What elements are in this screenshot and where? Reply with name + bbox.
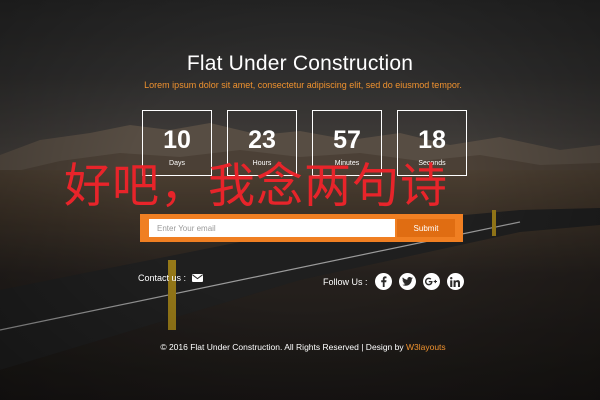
- countdown-value: 10: [163, 126, 191, 154]
- countdown-value: 57: [333, 126, 361, 154]
- countdown-value: 23: [248, 126, 276, 154]
- page: Flat Under Construction Lorem ipsum dolo…: [0, 0, 600, 400]
- follow-label: Follow Us :: [323, 276, 368, 287]
- google-plus-icon[interactable]: [422, 273, 440, 290]
- linkedin-icon[interactable]: [446, 273, 464, 290]
- social-icons: [374, 273, 464, 290]
- footer: © 2016 Flat Under Construction. All Righ…: [0, 342, 600, 352]
- countdown-value: 18: [418, 126, 446, 154]
- copyright-text: © 2016 Flat Under Construction. All Righ…: [160, 342, 404, 352]
- contact-label: Contact us :: [138, 273, 187, 283]
- page-title: Flat Under Construction: [186, 52, 414, 75]
- page-subtitle: Lorem ipsum dolor sit amet, consectetur …: [144, 80, 462, 90]
- email-input[interactable]: [149, 219, 395, 237]
- envelope-icon[interactable]: [192, 274, 204, 282]
- contact-section: Contact us :: [138, 273, 204, 283]
- subscribe-form: Submit: [140, 214, 463, 242]
- watermark-overlay-text: 好吧，我念两句诗: [64, 159, 448, 214]
- w3layouts-link[interactable]: W3layouts: [406, 342, 446, 352]
- facebook-icon[interactable]: [374, 273, 392, 290]
- submit-button[interactable]: Submit: [397, 219, 455, 237]
- twitter-icon[interactable]: [398, 273, 416, 290]
- follow-section: Follow Us :: [323, 273, 464, 290]
